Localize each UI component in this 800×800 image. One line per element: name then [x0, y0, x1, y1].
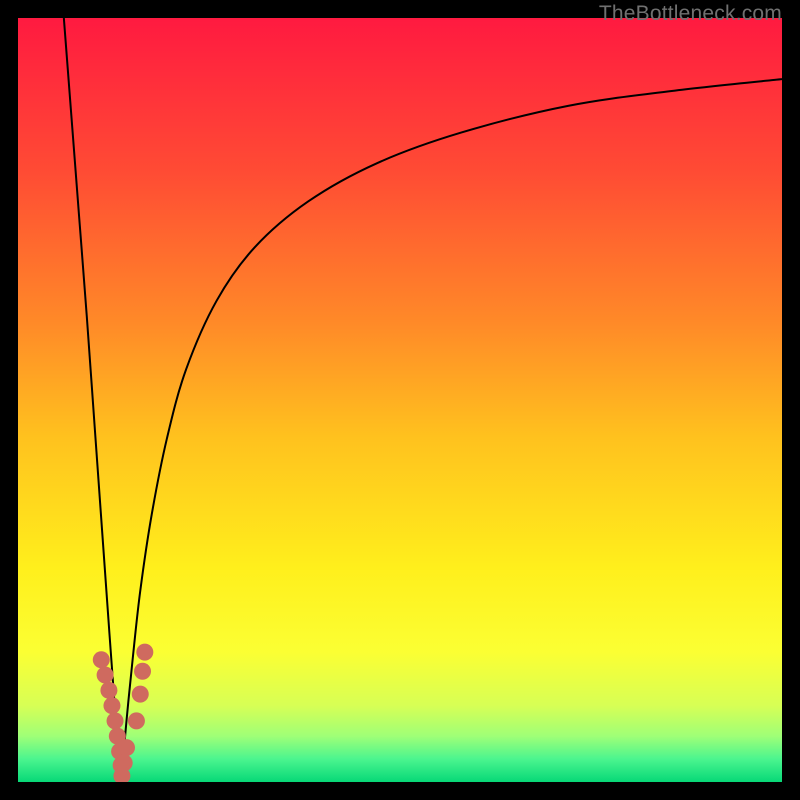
data-marker	[100, 682, 117, 699]
data-marker	[103, 697, 120, 714]
data-marker	[97, 667, 114, 684]
data-marker	[118, 739, 135, 756]
chart-frame: TheBottleneck.com	[0, 0, 800, 800]
plot-area	[18, 18, 782, 782]
data-marker	[134, 663, 151, 680]
curves-layer	[18, 18, 782, 782]
data-marker	[107, 712, 124, 729]
data-marker	[136, 644, 153, 661]
watermark-text: TheBottleneck.com	[599, 2, 782, 26]
data-marker	[93, 651, 110, 668]
data-marker	[132, 686, 149, 703]
bottleneck-curve-left	[64, 18, 121, 782]
bottleneck-curve-right	[121, 79, 782, 782]
data-marker	[128, 712, 145, 729]
data-marker	[116, 754, 133, 771]
